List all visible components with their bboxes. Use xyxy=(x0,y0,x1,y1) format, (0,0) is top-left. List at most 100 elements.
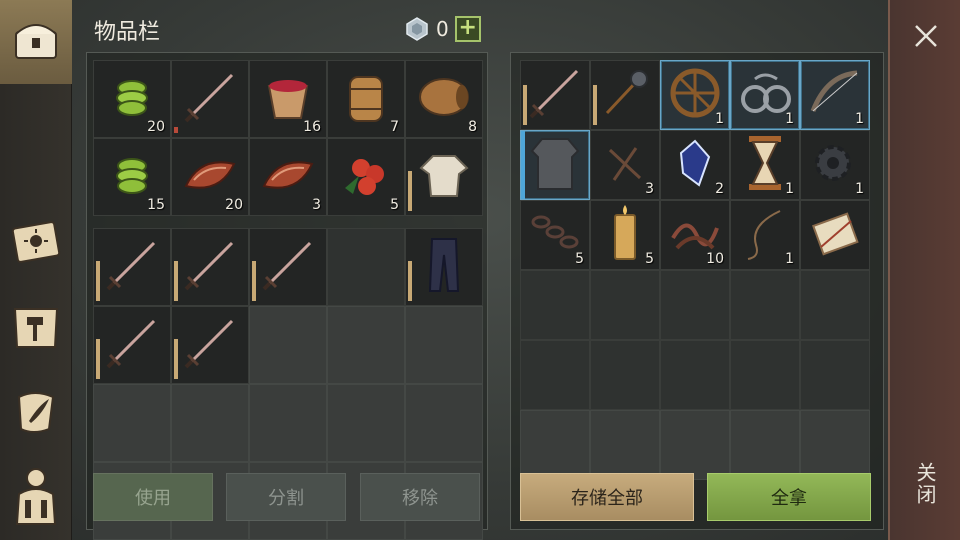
item-slot[interactable]: 5 xyxy=(590,200,660,270)
item-slot[interactable]: 1 xyxy=(800,60,870,130)
inventory-grid: 20 16 7 8 15 20 3 5 xyxy=(93,60,483,216)
chest-icon xyxy=(8,12,64,68)
item-slot[interactable]: 1 xyxy=(660,60,730,130)
empty-slot[interactable] xyxy=(730,410,800,480)
item-slot[interactable]: 3 xyxy=(249,138,327,216)
empty-slot[interactable] xyxy=(520,340,590,410)
empty-slot[interactable] xyxy=(590,410,660,480)
item-slot[interactable]: 1 xyxy=(730,200,800,270)
item-slot[interactable] xyxy=(800,200,870,270)
add-currency-button[interactable]: + xyxy=(454,16,481,42)
empty-slot[interactable] xyxy=(800,340,870,410)
empty-slot[interactable] xyxy=(171,384,249,462)
whip-icon xyxy=(740,205,790,265)
item-slot[interactable]: 1 xyxy=(800,130,870,200)
candle-icon xyxy=(607,203,643,267)
item-slot[interactable]: 10 xyxy=(660,200,730,270)
page-title: 物品栏 xyxy=(94,20,161,45)
empty-slot[interactable] xyxy=(660,410,730,480)
pants-icon xyxy=(424,235,464,299)
sword-icon xyxy=(523,61,587,129)
item-slot[interactable]: 5 xyxy=(520,200,590,270)
item-slot[interactable]: 20 xyxy=(171,138,249,216)
tab-recipes[interactable] xyxy=(8,384,64,440)
item-slot[interactable]: 2 xyxy=(660,130,730,200)
empty-slot[interactable] xyxy=(660,340,730,410)
tab-crafting[interactable] xyxy=(8,300,64,356)
empty-slot[interactable] xyxy=(93,384,171,462)
item-slot[interactable] xyxy=(520,60,590,130)
empty-slot[interactable] xyxy=(405,384,483,462)
durability-bar xyxy=(593,85,597,125)
item-slot[interactable] xyxy=(93,306,171,384)
item-slot[interactable]: 20 xyxy=(93,60,171,138)
item-slot[interactable] xyxy=(405,228,483,306)
durability-bar xyxy=(174,127,178,133)
item-slot[interactable] xyxy=(171,60,249,138)
item-slot[interactable] xyxy=(405,138,483,216)
mace-icon xyxy=(595,63,655,127)
empty-slot[interactable] xyxy=(327,228,405,306)
tab-character[interactable] xyxy=(8,468,64,525)
item-quantity: 8 xyxy=(468,119,477,135)
empty-slot[interactable] xyxy=(520,270,590,340)
durability-bar xyxy=(252,261,256,301)
item-slot[interactable]: 15 xyxy=(93,138,171,216)
empty-slot[interactable] xyxy=(800,410,870,480)
shirt-icon xyxy=(417,148,471,206)
meat-icon xyxy=(258,150,318,204)
empty-slot[interactable] xyxy=(520,410,590,480)
empty-slot[interactable] xyxy=(590,270,660,340)
item-quantity: 1 xyxy=(715,111,724,127)
cactus-icon xyxy=(107,72,157,126)
empty-slot[interactable] xyxy=(800,270,870,340)
store-all-button[interactable]: 存储全部 xyxy=(520,473,694,521)
item-slot[interactable]: 1 xyxy=(730,60,800,130)
nails-icon xyxy=(600,138,650,192)
empty-slot[interactable] xyxy=(590,340,660,410)
item-quantity: 1 xyxy=(855,181,864,197)
character-icon xyxy=(15,468,57,525)
durability-bar xyxy=(408,171,412,211)
durability-bar xyxy=(96,261,100,301)
item-quantity: 5 xyxy=(645,251,654,267)
split-button[interactable]: 分割 xyxy=(226,473,346,521)
item-slot[interactable]: 7 xyxy=(327,60,405,138)
remove-button[interactable]: 移除 xyxy=(360,473,480,521)
item-slot[interactable]: 1 xyxy=(730,130,800,200)
empty-slot[interactable] xyxy=(327,384,405,462)
item-slot[interactable] xyxy=(93,228,171,306)
item-quantity: 10 xyxy=(706,251,724,267)
item-slot[interactable] xyxy=(520,130,590,200)
item-slot[interactable] xyxy=(171,228,249,306)
empty-slot[interactable] xyxy=(249,384,327,462)
item-slot[interactable]: 16 xyxy=(249,60,327,138)
item-slot[interactable] xyxy=(249,228,327,306)
item-quantity: 16 xyxy=(303,119,321,135)
empty-slot[interactable] xyxy=(327,306,405,384)
item-quantity: 20 xyxy=(147,119,165,135)
item-slot[interactable] xyxy=(171,306,249,384)
hourglass-icon xyxy=(745,134,785,196)
item-slot[interactable] xyxy=(590,60,660,130)
tab-journal[interactable] xyxy=(8,214,64,270)
empty-slot[interactable] xyxy=(249,306,327,384)
storage-grid: 1 1 1 3 2 1 1 5 5 10 1 xyxy=(520,60,870,480)
empty-slot[interactable] xyxy=(730,340,800,410)
item-quantity: 1 xyxy=(855,111,864,127)
close-icon xyxy=(915,25,937,47)
take-all-button[interactable]: 全拿 xyxy=(707,473,871,521)
item-slot[interactable]: 8 xyxy=(405,60,483,138)
gem-icon xyxy=(406,17,428,41)
close-label[interactable]: 关闭 xyxy=(912,462,940,506)
close-button[interactable] xyxy=(906,16,946,56)
item-slot[interactable]: 5 xyxy=(327,138,405,216)
empty-slot[interactable] xyxy=(405,306,483,384)
use-button[interactable]: 使用 xyxy=(93,473,213,521)
scroll-icon xyxy=(807,205,863,265)
cactus-icon xyxy=(107,150,157,204)
durability-bar xyxy=(174,339,178,379)
empty-slot[interactable] xyxy=(660,270,730,340)
item-slot[interactable]: 3 xyxy=(590,130,660,200)
empty-slot[interactable] xyxy=(730,270,800,340)
